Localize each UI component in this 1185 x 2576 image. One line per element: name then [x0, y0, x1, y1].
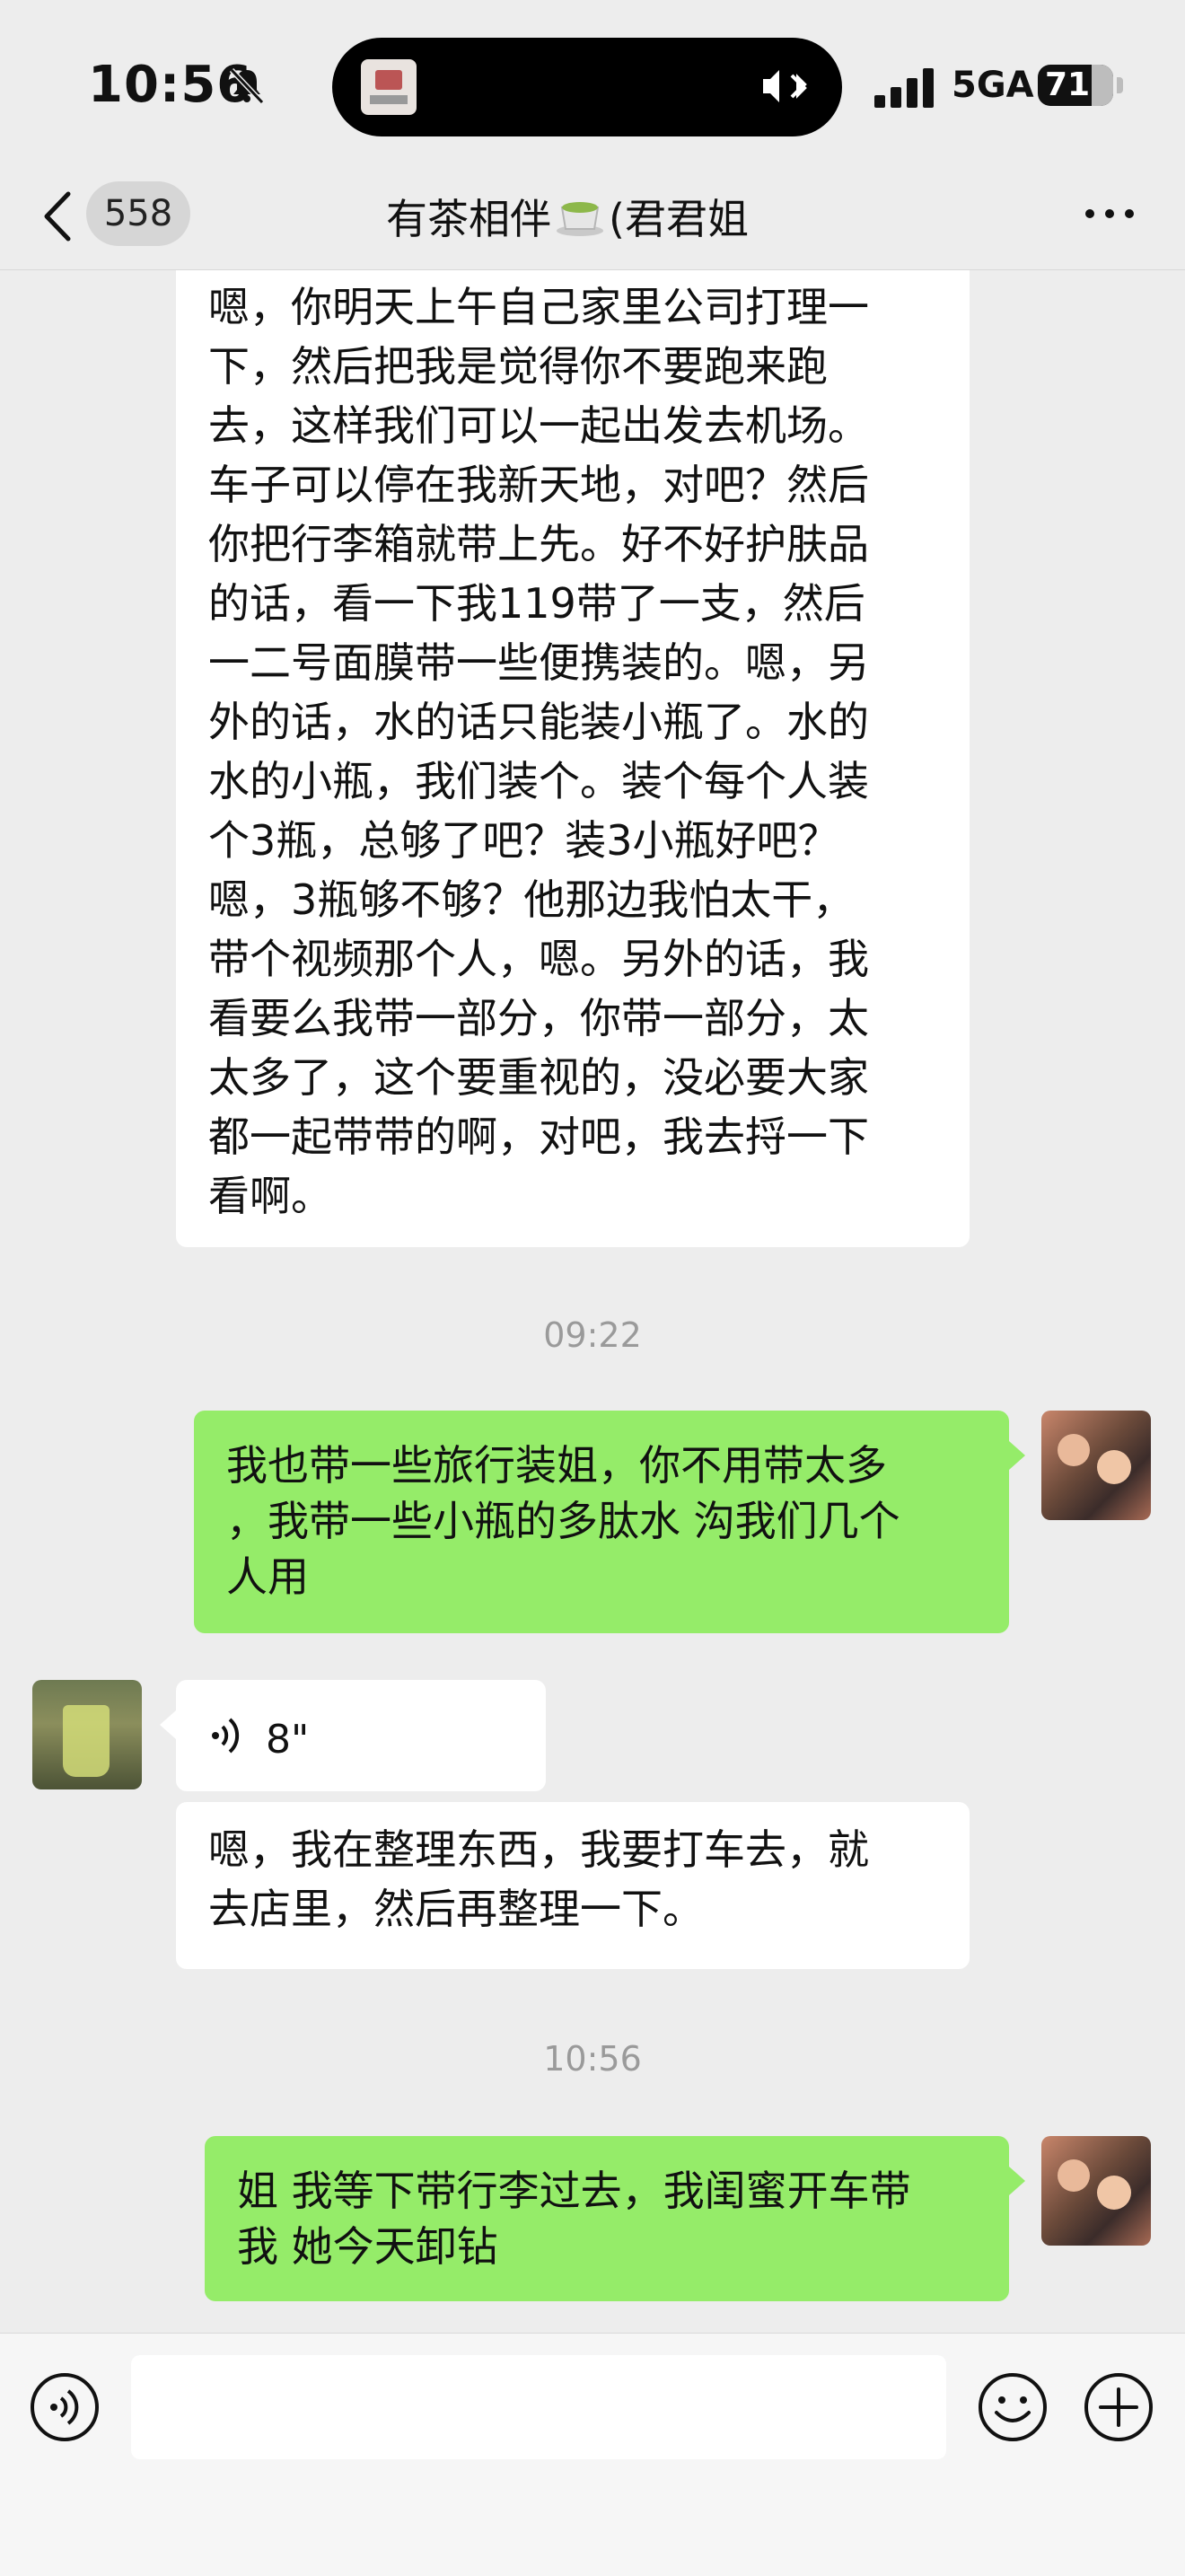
media-thumbnail — [361, 59, 417, 115]
chat-header: 558 有茶相伴 (君君姐 — [0, 171, 1185, 270]
cellular-signal-icon — [874, 68, 934, 108]
message-line: 嗯，你明天上午自己家里公司打理一 — [208, 283, 869, 331]
chat-title-prefix: 有茶相伴 — [386, 195, 551, 243]
battery-level: 71 — [1044, 66, 1091, 103]
message-input[interactable] — [131, 2355, 946, 2459]
avatar-self[interactable] — [1041, 1411, 1151, 1520]
dynamic-island[interactable] — [332, 38, 842, 136]
voice-wave-icon — [212, 1718, 240, 1754]
chat-title-suffix: (君君姐 — [609, 195, 749, 243]
status-bar: 10:56 5GA 71 — [0, 0, 1185, 171]
message-line: 看啊。 — [208, 1172, 332, 1220]
message-bubble-outgoing-text[interactable]: 我也带一些旅行装姐，你不用带太多 ，我带一些小瓶的多肽水 沟我们几个 人用 — [194, 1411, 1025, 1633]
tea-emoji-icon — [557, 202, 603, 236]
message-line: 看要么我带一部分，你带一部分，太 — [208, 994, 869, 1042]
message-line: 去，这样我们可以一起出发去机场。 — [208, 401, 869, 450]
message-line: 都一起带带的啊，对吧，我去捋一下 — [208, 1112, 869, 1161]
message-line: 人用 — [226, 1552, 309, 1601]
avatar-contact[interactable] — [32, 1680, 142, 1789]
vibrate-bluetooth-icon — [763, 70, 807, 102]
message-line: ，我带一些小瓶的多肽水 沟我们几个 — [226, 1497, 900, 1545]
emoji-icon[interactable] — [977, 2371, 1049, 2443]
message-line: 太多了，这个要重视的，没必要大家 — [208, 1053, 869, 1102]
silent-bell-icon — [229, 67, 265, 105]
message-list[interactable]: 嗯，你明天上午自己家里公司打理一 下，然后把我是觉得你不要跑来跑 去，这样我们可… — [0, 270, 1185, 2332]
message-line: 我也带一些旅行装姐，你不用带太多 — [226, 1441, 887, 1490]
message-timestamp: 09:22 — [543, 1315, 642, 1355]
battery-cap — [1117, 77, 1123, 93]
message-line: 的话，看一下我119带了一支，然后 — [208, 579, 865, 628]
message-line: 下，然后把我是觉得你不要跑来跑 — [208, 342, 828, 391]
message-bubble-incoming-text[interactable]: 嗯，你明天上午自己家里公司打理一 下，然后把我是觉得你不要跑来跑 去，这样我们可… — [176, 270, 970, 1247]
message-line: 个3瓶，总够了吧？装3小瓶好吧？ — [208, 816, 839, 865]
avatar-self[interactable] — [1041, 2136, 1151, 2246]
message-line: 去店里，然后再整理一下。 — [208, 1885, 704, 1933]
message-line: 车子可以停在我新天地，对吧？然后 — [208, 461, 869, 509]
input-bar — [0, 2333, 1185, 2576]
message-line: 嗯，我在整理东西，我要打车去，就 — [208, 1825, 869, 1874]
voice-duration: 8" — [266, 1717, 310, 1763]
message-line: 你把行李箱就带上先。好不好护肤品 — [208, 520, 869, 568]
message-line: 带个视频那个人，嗯。另外的话，我 — [208, 935, 869, 983]
voice-message-bubble[interactable]: 8" — [160, 1680, 546, 1791]
message-bubble-incoming-text[interactable]: 嗯，我在整理东西，我要打车去，就 去店里，然后再整理一下。 — [176, 1802, 970, 1969]
message-line: 姐 我等下带行李过去，我闺蜜开车带 — [237, 2167, 911, 2215]
chat-title: 有茶相伴 (君君姐 — [386, 187, 749, 246]
unread-count-badge[interactable]: 558 — [86, 181, 190, 246]
message-line: 一二号面膜带一些便携装的。嗯，另 — [208, 638, 869, 687]
more-options-icon[interactable] — [1083, 205, 1137, 223]
message-line: 外的话，水的话只能装小瓶了。水的 — [208, 698, 869, 746]
message-bubble-outgoing-text[interactable]: 姐 我等下带行李过去，我闺蜜开车带 我 她今天卸钻 — [205, 2136, 1025, 2301]
add-attachment-icon[interactable] — [1083, 2371, 1154, 2443]
message-line: 我 她今天卸钻 — [237, 2222, 498, 2271]
back-chevron-icon[interactable] — [40, 189, 75, 244]
network-type: 5GA — [952, 65, 1034, 106]
voice-input-toggle-icon[interactable] — [29, 2371, 101, 2443]
message-timestamp: 10:56 — [543, 2039, 642, 2079]
message-line: 嗯，3瓶够不够？他那边我怕太干， — [208, 875, 855, 924]
battery-icon: 71 — [1038, 65, 1113, 106]
message-line: 水的小瓶，我们装个。装个每个人装 — [208, 757, 869, 805]
